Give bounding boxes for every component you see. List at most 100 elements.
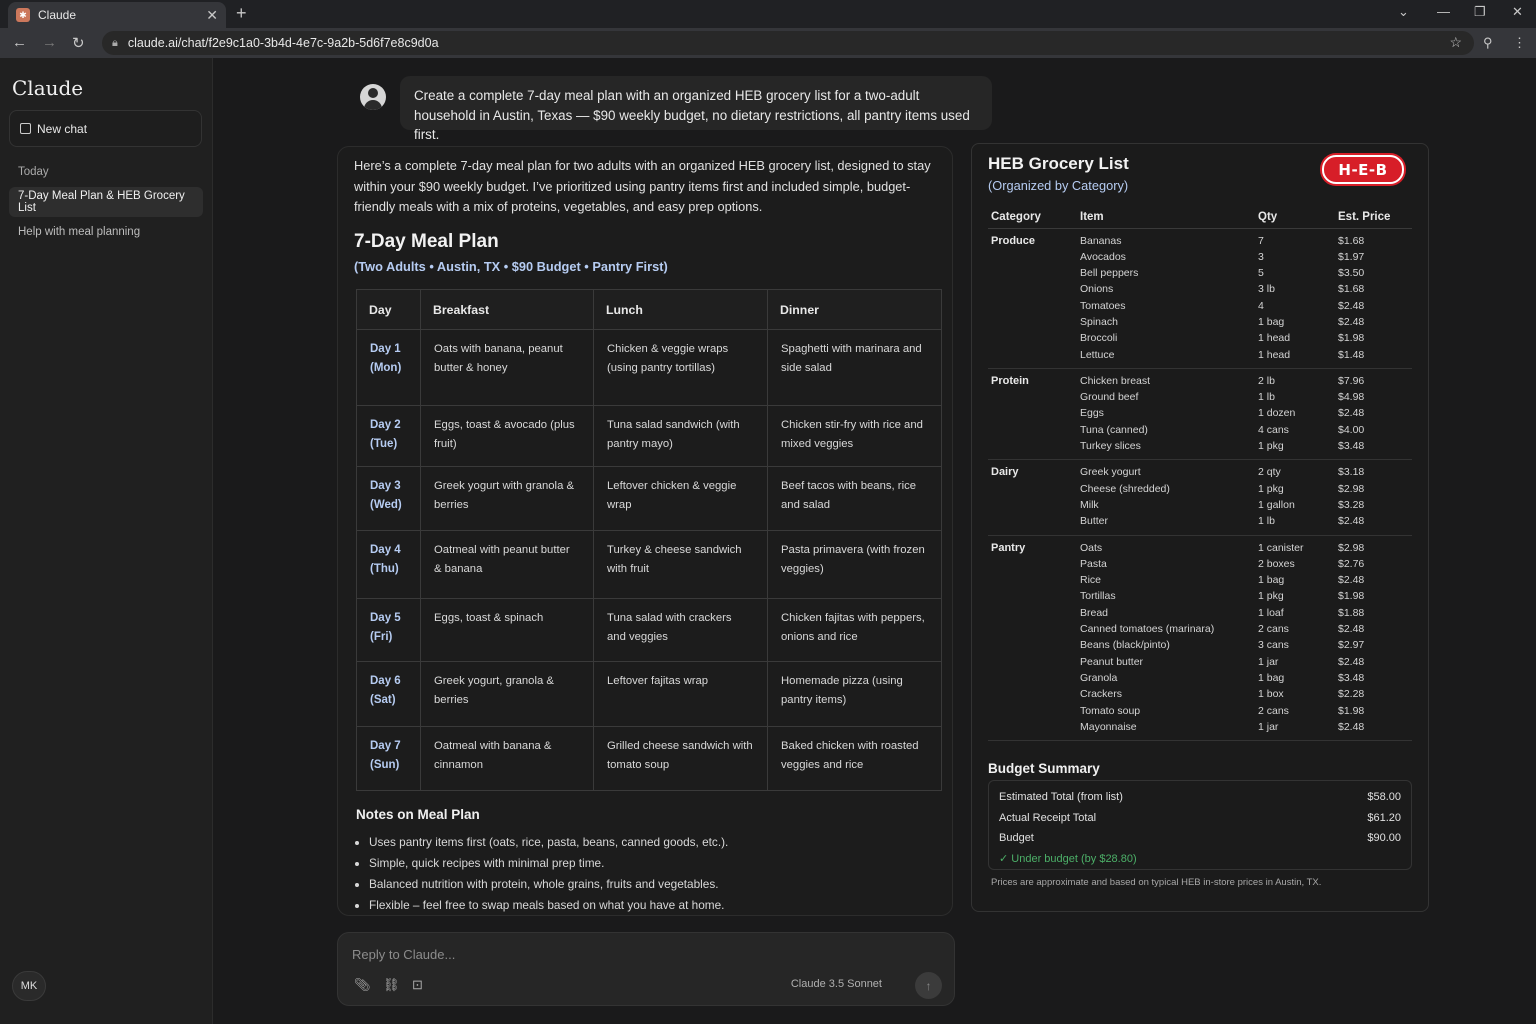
reload-icon[interactable]: ↻	[72, 34, 85, 52]
sidebar-item-meal-planning-help[interactable]: Help with meal planning	[9, 217, 203, 247]
day-label: Day 7	[370, 740, 401, 752]
minimize-icon[interactable]: —	[1437, 4, 1450, 19]
table-header-row: Category Item Qty Est. Price	[988, 206, 1412, 229]
day-of-week: (Mon)	[370, 362, 402, 374]
day-of-week: (Fri)	[370, 631, 393, 643]
lunch-cell: Leftover chicken & veggie wrap	[593, 466, 768, 531]
sidebar-item-meal-plan[interactable]: 7-Day Meal Plan & HEB Grocery List	[9, 187, 203, 217]
brand-logo[interactable]: Claude	[12, 76, 83, 100]
item-cell: Milk	[1080, 498, 1099, 511]
new-chat-button[interactable]: New chat	[9, 110, 202, 147]
budget-label: Budget	[999, 832, 1034, 844]
close-window-icon[interactable]: ✕	[1512, 4, 1523, 20]
day-label: Day 4	[370, 544, 401, 556]
budget-label: Estimated Total (from list)	[999, 791, 1123, 803]
qty-cell: 2 qty	[1258, 466, 1281, 479]
attach-icon[interactable]: 📎︎	[354, 977, 371, 993]
assistant-response: Here’s a complete 7-day meal plan for tw…	[337, 146, 953, 916]
day-cell: Day 7 (Sun)	[356, 726, 421, 791]
forward-icon[interactable]: →	[42, 34, 57, 51]
grocery-subtitle: (Organized by Category)	[988, 178, 1129, 193]
sidebar: Claude New chat Today 7-Day Meal Plan & …	[0, 58, 213, 1024]
restore-icon[interactable]: ❐	[1474, 4, 1486, 20]
browser-tab-strip: ✱ Claude ✕ + ⌄ — ❐ ✕	[0, 0, 1536, 28]
item-cell: Spinach	[1080, 315, 1118, 328]
item-column: Chicken breast Ground beef Eggs Tuna (canne…	[1077, 368, 1255, 461]
dinner-cell: Chicken fajitas with peppers, onions and…	[767, 598, 942, 662]
dinner-cell: Homemade pizza (using pantry items)	[767, 661, 942, 727]
budget-row: Budget $90.00	[999, 828, 1401, 849]
price-cell: $2.48	[1338, 515, 1365, 528]
breakfast-cell: Eggs, toast & spinach	[420, 598, 594, 662]
qty-cell: 1 jar	[1258, 720, 1279, 733]
price-column: $3.18 $2.98 $3.28 $2.48	[1335, 459, 1412, 536]
day-of-week: (Sat)	[370, 694, 396, 706]
qty-cell: 1 dozen	[1258, 407, 1296, 420]
qty-cell: 2 cans	[1258, 623, 1289, 636]
column-header: Breakfast	[420, 289, 594, 330]
meal-plan-table: Day Breakfast Lunch Dinner Day 1 (Mon) Oat…	[356, 289, 942, 791]
table-header-row: Day Breakfast Lunch Dinner	[356, 289, 942, 330]
lunch-cell: Tuna salad with crackers and veggies	[593, 598, 768, 662]
price-cell: $2.48	[1338, 299, 1365, 312]
price-footnote: Prices are approximate and based on typi…	[991, 877, 1322, 888]
budget-summary: Estimated Total (from list) $58.00 Actual…	[988, 780, 1412, 870]
close-tab-icon[interactable]: ✕	[206, 7, 218, 24]
back-icon[interactable]: ←	[12, 34, 27, 51]
item-cell: Bananas	[1080, 234, 1122, 247]
item-cell: Lettuce	[1080, 348, 1115, 361]
browser-tab[interactable]: ✱ Claude ✕	[8, 2, 226, 28]
qty-column: 1 canister 2 boxes 1 bag 1 pkg 1 loaf 2 cans 3…	[1255, 535, 1335, 742]
category-cell: Protein	[988, 368, 1077, 461]
grocery-title: HEB Grocery List	[988, 154, 1129, 173]
url-text: claude.ai/chat/f2e9c1a0-3b4d-4e7c-9a2b-5…	[127, 36, 439, 50]
day-cell: Day 4 (Thu)	[356, 530, 421, 599]
model-selector[interactable]: Claude 3.5 Sonnet	[791, 978, 882, 990]
qty-cell: 1 lb	[1258, 515, 1275, 528]
tab-search-icon[interactable]: ⌄	[1398, 4, 1409, 20]
qty-cell: 1 box	[1258, 688, 1284, 701]
qty-cell: 1 gallon	[1258, 498, 1295, 511]
qty-column: 2 qty 1 pkg 1 gallon 1 lb	[1255, 459, 1335, 536]
item-cell: Beans (black/pinto)	[1080, 639, 1170, 652]
item-cell: Turkey slices	[1080, 440, 1141, 453]
reply-input[interactable]	[352, 943, 912, 965]
day-cell: Day 2 (Tue)	[356, 405, 421, 467]
new-tab-icon[interactable]: +	[236, 3, 247, 24]
item-column: Greek yogurt Cheese (shredded) Milk Butter	[1077, 459, 1255, 536]
table-row: Protein Chicken breast Ground beef Eggs Tuna…	[988, 368, 1412, 461]
url-bar[interactable]: 🔒︎ claude.ai/chat/f2e9c1a0-3b4d-4e7c-9a2…	[102, 31, 1474, 55]
bookmark-star-icon[interactable]: ☆	[1449, 34, 1462, 51]
budget-value: $58.00	[1367, 791, 1401, 803]
send-button[interactable]: ↑	[915, 972, 942, 999]
day-of-week: (Thu)	[370, 563, 399, 575]
qty-cell: 1 pkg	[1258, 482, 1284, 495]
price-cell: $1.98	[1338, 590, 1365, 603]
qty-cell: 1 bag	[1258, 671, 1285, 684]
menu-kebab-icon[interactable]: ⋮	[1513, 35, 1526, 51]
notes-list: Uses pantry items first (oats, rice, pas…	[369, 832, 728, 916]
item-cell: Mayonnaise	[1080, 720, 1137, 733]
dinner-cell: Beef tacos with beans, rice and salad	[767, 466, 942, 531]
item-cell: Greek yogurt	[1080, 466, 1141, 479]
table-row: Day 7 (Sun) Oatmeal with banana & cinnamon…	[356, 726, 942, 791]
extension-icon[interactable]: ⚲	[1483, 35, 1493, 51]
price-cell: $3.50	[1338, 267, 1365, 280]
qty-cell: 1 head	[1258, 348, 1291, 361]
qty-cell: 1 lb	[1258, 391, 1275, 404]
link-icon[interactable]: ⛓︎	[383, 977, 400, 993]
category-cell: Dairy	[988, 459, 1077, 536]
item-column: Oats Pasta Rice Tortillas Bread Canned tomato…	[1077, 535, 1255, 742]
item-cell: Oats	[1080, 541, 1103, 554]
column-header: Category	[988, 206, 1077, 229]
screenshot-icon[interactable]: ⊡	[412, 977, 423, 993]
list-item: Flexible – feel free to swap meals based…	[369, 895, 728, 916]
claude-favicon-icon: ✱	[16, 8, 30, 22]
reply-box: 📎︎ ⛓︎ ⊡ Claude 3.5 Sonnet ↑	[337, 932, 955, 1006]
user-avatar[interactable]: MK	[12, 971, 46, 1001]
price-cell: $2.28	[1338, 688, 1365, 701]
price-column: $2.98 $2.76 $2.48 $1.98 $1.88 $2.48 $2.97 $2.48…	[1335, 535, 1412, 742]
qty-cell: 4 cans	[1258, 423, 1289, 436]
price-cell: $4.98	[1338, 391, 1365, 404]
qty-cell: 7	[1258, 234, 1264, 247]
